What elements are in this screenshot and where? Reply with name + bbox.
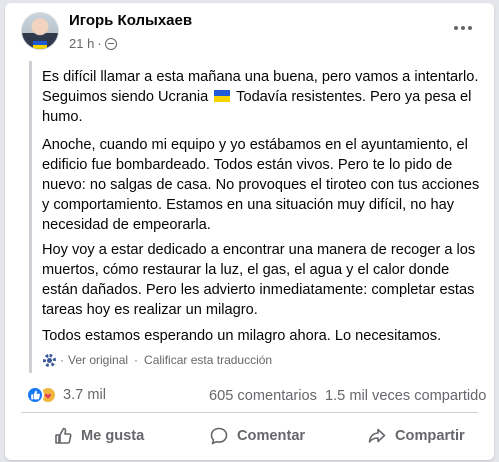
comments-count[interactable]: 605 comentarios [209, 388, 317, 404]
translation-bar: · Ver original · Calificar esta traducci… [43, 353, 272, 367]
separator: · [60, 353, 64, 367]
reactions-summary[interactable]: 3.7 mil [26, 386, 106, 404]
ukraine-flag-icon [214, 90, 231, 102]
post-paragraph-3: Hoy voy a estar dedicado a encontrar una… [42, 242, 476, 318]
share-arrow-icon [368, 428, 386, 443]
like-label: Me gusta [81, 428, 145, 444]
share-label: Compartir [395, 428, 465, 444]
dot-icon [454, 26, 458, 30]
like-reaction-icon [26, 386, 44, 404]
post-paragraph-4: Todos estamos esperando un milagro ahora… [42, 328, 442, 344]
like-button[interactable]: Me gusta [53, 419, 144, 453]
post-paragraph-1: Es difícil llamar a esta mañana una buen… [42, 67, 482, 127]
ukraine-flag-badge-icon [33, 41, 47, 49]
shares-count[interactable]: 1.5 mil veces compartido [325, 388, 486, 404]
dot-icon [461, 26, 465, 30]
thumbs-up-icon [55, 427, 72, 444]
view-original-link[interactable]: Ver original [68, 353, 128, 367]
rate-translation-link[interactable]: Calificar esta traducción [144, 353, 272, 367]
comment-button[interactable]: Comentar [209, 419, 305, 453]
more-options-button[interactable] [451, 18, 475, 38]
meta-separator: · [97, 36, 102, 51]
author-name[interactable]: Игорь Колыхаев [69, 12, 192, 29]
post-meta: 21 h · [69, 36, 117, 51]
post-time[interactable]: 21 h [69, 36, 94, 51]
dot-icon [468, 26, 472, 30]
reaction-count: 3.7 mil [63, 387, 106, 403]
comment-label: Comentar [237, 428, 306, 444]
divider [21, 412, 478, 413]
separator: · [134, 353, 139, 367]
post-card: Игорь Колыхаев 21 h · Es difícil llamar … [5, 3, 494, 460]
author-avatar[interactable] [21, 12, 59, 50]
share-button[interactable]: Compartir [367, 419, 465, 453]
globe-icon [104, 37, 117, 50]
comment-bubble-icon [210, 427, 228, 445]
translate-gear-icon[interactable] [43, 353, 56, 367]
post-paragraph-2: Anoche, cuando mi equipo y yo estábamos … [42, 137, 480, 233]
